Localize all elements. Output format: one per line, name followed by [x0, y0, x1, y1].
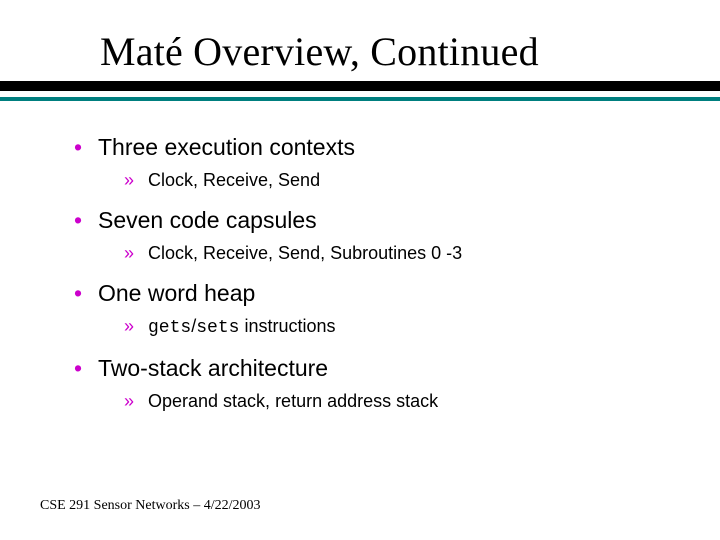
bullet-text: Two-stack architecture: [98, 355, 328, 381]
slide: Maté Overview, Continued Three execution…: [0, 0, 720, 540]
sub-item: Clock, Receive, Send: [124, 168, 680, 192]
slide-title: Maté Overview, Continued: [100, 28, 680, 75]
sub-list: Clock, Receive, Send, Subroutines 0 -3: [98, 241, 680, 265]
bullet-item: Seven code capsules Clock, Receive, Send…: [70, 206, 680, 265]
slide-body: Three execution contexts Clock, Receive,…: [0, 101, 720, 413]
bullet-list: Three execution contexts Clock, Receive,…: [70, 133, 680, 413]
sub-rest: instructions: [239, 316, 335, 336]
slide-footer: CSE 291 Sensor Networks – 4/22/2003: [40, 498, 261, 514]
sub-list: Clock, Receive, Send: [98, 168, 680, 192]
sub-list: Operand stack, return address stack: [98, 389, 680, 413]
sub-text: Clock, Receive, Send: [148, 170, 320, 190]
bullet-text: Seven code capsules: [98, 207, 317, 233]
title-area: Maté Overview, Continued: [0, 0, 720, 75]
bullet-item: Two-stack architecture Operand stack, re…: [70, 354, 680, 413]
sub-text: Clock, Receive, Send, Subroutines 0 -3: [148, 243, 462, 263]
bullet-text: Three execution contexts: [98, 134, 355, 160]
code-sets: sets: [196, 318, 239, 338]
sub-list: gets/sets instructions: [98, 314, 680, 340]
sub-item: gets/sets instructions: [124, 314, 680, 340]
sub-item: Operand stack, return address stack: [124, 389, 680, 413]
title-underline: [0, 81, 720, 91]
code-gets: gets: [148, 318, 191, 338]
sub-item: Clock, Receive, Send, Subroutines 0 -3: [124, 241, 680, 265]
bullet-item: One word heap gets/sets instructions: [70, 279, 680, 340]
bullet-text: One word heap: [98, 280, 255, 306]
bullet-item: Three execution contexts Clock, Receive,…: [70, 133, 680, 192]
sub-text: Operand stack, return address stack: [148, 391, 438, 411]
